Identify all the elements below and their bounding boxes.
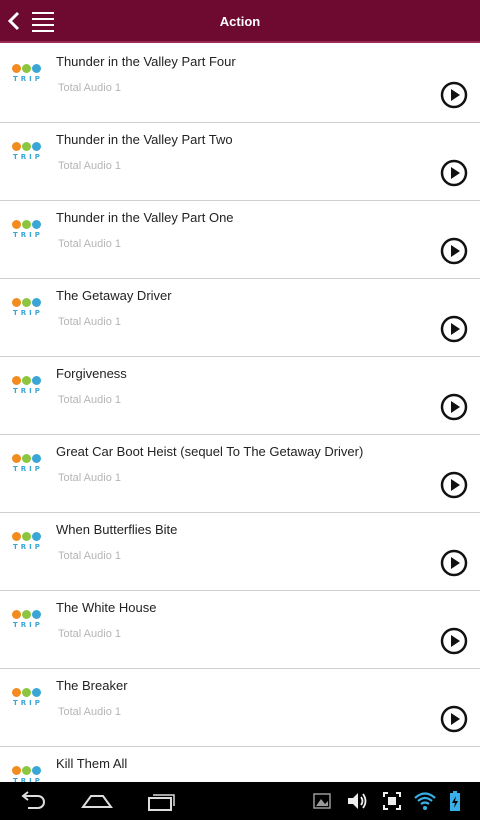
header-accent-line	[0, 41, 480, 43]
episode-subtitle: Total Audio 1	[58, 82, 121, 94]
logo-text: TRIP	[13, 309, 43, 317]
play-circle-icon[interactable]	[440, 315, 468, 343]
episode-title: Kill Them All	[56, 756, 128, 771]
episode-list: TRIP Thunder in the Valley Part Four Total…	[0, 45, 480, 782]
list-item[interactable]: TRIP Great Car Boot Heist (sequel To The …	[0, 435, 480, 513]
logo-text: TRIP	[13, 387, 43, 395]
logo-text: TRIP	[13, 543, 43, 551]
play-circle-icon[interactable]	[440, 549, 468, 577]
episode-subtitle: Total Audio 1	[58, 628, 121, 640]
system-nav-bar	[0, 782, 480, 820]
list-item[interactable]: TRIP Forgiveness Total Audio 1	[0, 357, 480, 435]
episode-title: The Getaway Driver	[56, 288, 172, 303]
episode-subtitle: Total Audio 1	[58, 394, 121, 406]
otr-trip-logo-icon: TRIP	[11, 61, 45, 87]
gallery-icon[interactable]	[312, 789, 332, 813]
logo-text: TRIP	[13, 465, 43, 473]
episode-subtitle: Total Audio 1	[58, 238, 121, 250]
list-item[interactable]: TRIP Thunder in the Valley Part One Total …	[0, 201, 480, 279]
list-item[interactable]: TRIP The White House Total Audio 1	[0, 591, 480, 669]
episode-title: The Breaker	[56, 678, 128, 693]
episode-title: Thunder in the Valley Part Four	[56, 54, 236, 69]
otr-trip-logo-icon: TRIP	[11, 529, 45, 555]
episode-subtitle: Total Audio 1	[58, 472, 121, 484]
battery-charging-icon[interactable]	[448, 789, 462, 813]
play-circle-icon[interactable]	[440, 705, 468, 733]
episode-subtitle: Total Audio 1	[58, 316, 121, 328]
list-item[interactable]: TRIP Thunder in the Valley Part Four Total…	[0, 45, 480, 123]
logo-text: TRIP	[13, 153, 43, 161]
home-nav-icon[interactable]	[80, 789, 114, 813]
play-circle-icon[interactable]	[440, 159, 468, 187]
list-item[interactable]: TRIP Thunder in the Valley Part Two Total …	[0, 123, 480, 201]
wifi-icon[interactable]	[413, 789, 437, 813]
otr-trip-logo-icon: TRIP	[11, 451, 45, 477]
episode-title: When Butterflies Bite	[56, 522, 178, 537]
recents-nav-icon[interactable]	[145, 789, 177, 813]
play-circle-icon[interactable]	[440, 627, 468, 655]
screenshot-icon[interactable]	[382, 789, 402, 813]
episode-title: Forgiveness	[56, 366, 127, 381]
episode-title: Thunder in the Valley Part Two	[56, 132, 233, 147]
episode-title: Thunder in the Valley Part One	[56, 210, 234, 225]
logo-text: TRIP	[13, 231, 43, 239]
play-circle-icon[interactable]	[440, 237, 468, 265]
otr-trip-logo-icon: TRIP	[11, 139, 45, 165]
list-item[interactable]: TRIP The Breaker Total Audio 1	[0, 669, 480, 747]
otr-trip-logo-icon: TRIP	[11, 763, 45, 782]
play-circle-icon[interactable]	[440, 81, 468, 109]
play-circle-icon[interactable]	[440, 393, 468, 421]
episode-subtitle: Total Audio 1	[58, 160, 121, 172]
back-nav-icon[interactable]	[16, 789, 48, 813]
episode-title: The White House	[56, 600, 157, 615]
logo-text: TRIP	[13, 621, 43, 629]
otr-trip-logo-icon: TRIP	[11, 607, 45, 633]
list-item[interactable]: TRIP The Getaway Driver Total Audio 1	[0, 279, 480, 357]
episode-subtitle: Total Audio 1	[58, 550, 121, 562]
page-title: Action	[219, 14, 261, 29]
otr-trip-logo-icon: TRIP	[11, 295, 45, 321]
episode-title: Great Car Boot Heist (sequel To The Geta…	[56, 444, 364, 459]
otr-trip-logo-icon: TRIP	[11, 373, 45, 399]
play-circle-icon[interactable]	[440, 471, 468, 499]
logo-text: TRIP	[13, 75, 43, 83]
list-item[interactable]: TRIP Kill Them All	[0, 747, 480, 782]
episode-subtitle: Total Audio 1	[58, 706, 121, 718]
volume-icon[interactable]	[345, 789, 369, 813]
otr-trip-logo-icon: TRIP	[11, 685, 45, 711]
list-item[interactable]: TRIP When Butterflies Bite Total Audio 1	[0, 513, 480, 591]
otr-trip-logo-icon: TRIP	[11, 217, 45, 243]
logo-text: TRIP	[13, 699, 43, 707]
app-header: Action	[0, 0, 480, 43]
